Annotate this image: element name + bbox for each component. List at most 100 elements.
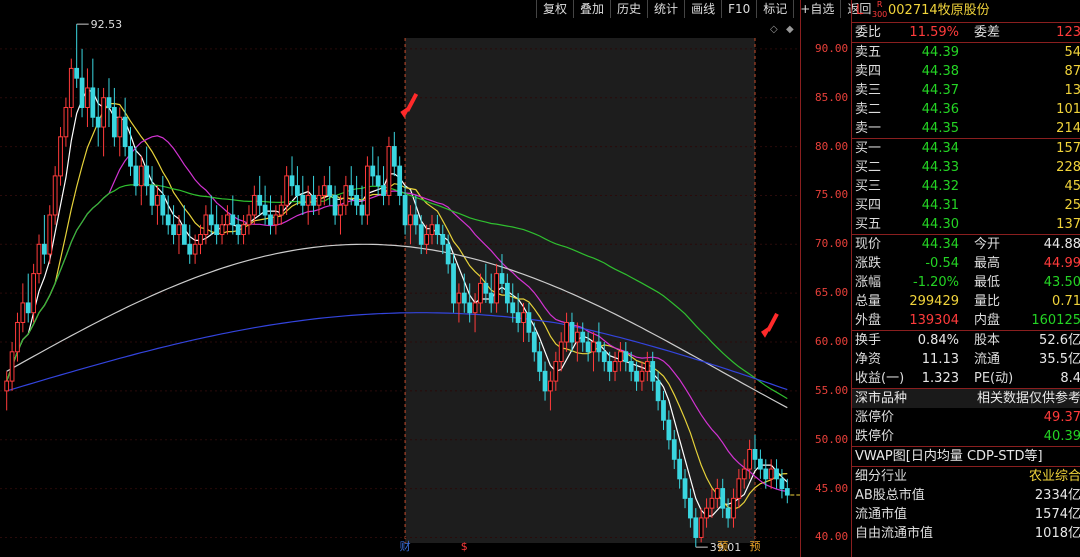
quote-block: 现价 44.34 今开 44.88 涨跌 -0.54 最高 44.99 涨幅 -1.20% 最低 43… [852, 234, 1080, 330]
candle-body [122, 116, 128, 148]
toolbar-button[interactable]: 复权 [536, 0, 573, 18]
candle-body [397, 165, 403, 196]
candle-body [241, 224, 246, 236]
candle-body [338, 204, 343, 216]
candle-body [655, 380, 661, 402]
event-marker[interactable]: $ [457, 540, 471, 554]
axis-tick: 80.00 [815, 139, 849, 153]
candle-body [316, 194, 322, 206]
candle-body [225, 214, 230, 226]
event-marker[interactable]: 预 [716, 540, 730, 554]
book-row: 买三 44.32 45 [855, 179, 1080, 194]
kline-svg[interactable]: 92.5339.01 [0, 0, 800, 557]
candle-body [138, 165, 144, 187]
diamond-icon[interactable]: ◇ [770, 24, 778, 35]
candle-body [36, 243, 42, 275]
candle-body [596, 341, 602, 353]
candle-body [763, 468, 769, 480]
diamond-icon[interactable]: ◆ [786, 24, 794, 35]
candle-body [52, 175, 58, 216]
candle-body [779, 478, 785, 490]
cap-block: AB股总市值 2334亿 流通市值 1574亿 自由流通市值 1018亿 [852, 486, 1080, 543]
candle-body [273, 214, 279, 226]
candle-body [408, 214, 413, 226]
candle-body [133, 165, 139, 187]
candle-body [9, 351, 15, 382]
candle-body [720, 488, 726, 509]
candle-body [25, 302, 31, 314]
candle-body [365, 165, 370, 216]
candle-body [628, 361, 634, 372]
toolbar-button[interactable]: 画线 [684, 0, 721, 18]
candle-body [618, 351, 623, 363]
candle-body [418, 224, 424, 245]
candle-body [208, 214, 214, 226]
toolbar-button[interactable]: 标记 [756, 0, 793, 18]
candle-body [467, 302, 473, 314]
candle-body [504, 282, 510, 304]
quote-row: 涨幅 -1.20% 最低 43.50 [855, 275, 1080, 290]
arrow-icon [766, 312, 779, 332]
limit-block: 涨停价 49.37 跌停价 40.39 [852, 408, 1080, 446]
quote-row: 总量 299429 量比 0.71 [855, 294, 1080, 309]
event-marker[interactable]: 财 [398, 540, 412, 554]
toolbar-button[interactable]: 历史 [610, 0, 647, 18]
candle-body [494, 273, 499, 304]
candle-body [688, 497, 693, 519]
toolbar-button[interactable]: F10 [721, 0, 756, 18]
candle-body [634, 370, 639, 382]
candle-body [612, 361, 618, 372]
candle-body [483, 282, 489, 294]
candle-body [456, 292, 462, 304]
kline-chart[interactable]: 92.53 39.01 ◇ ◆ 财 $ 预 预 [0, 0, 800, 557]
candle-body [531, 331, 537, 353]
candle-body [359, 204, 365, 216]
candle-body [402, 194, 408, 226]
candle-body [278, 204, 284, 216]
fund-row: 收益(一) 1.323 PE(动) 8.4 [855, 371, 1080, 386]
fundamental-block: 换手 0.84% 股本 52.6亿 净资 11.13 流通 35.5亿 收益(一) 1.323 PE… [852, 330, 1080, 388]
event-marker[interactable]: 预 [748, 540, 762, 554]
candle-body [526, 312, 532, 333]
candle-body [300, 194, 306, 206]
candle-body [4, 380, 10, 392]
vwap-row[interactable]: VWAP图[日内均量 CDP-STD等] [852, 446, 1080, 466]
limit-row: 涨停价 49.37 [855, 410, 1080, 425]
candle-body [165, 214, 171, 226]
cap-row: 流通市值 1574亿 [855, 507, 1080, 522]
candle-body [752, 449, 758, 460]
candle-body [68, 67, 74, 108]
candle-body [106, 97, 112, 108]
toolbar-button[interactable]: 叠加 [573, 0, 610, 18]
candle-body [144, 165, 150, 187]
candle-body [736, 478, 742, 499]
candle-body [332, 194, 338, 216]
candle-body [671, 439, 677, 460]
market-row: 深市品种 相关数据仅供参考 [852, 388, 1080, 408]
candle-body [569, 321, 575, 343]
candle-body [192, 243, 198, 255]
candle-body [644, 361, 650, 372]
bid-book: 买一 44.34 157 买二 44.33 228 买三 44.32 45 买四 44.31 25 买五… [852, 138, 1080, 234]
candle-body [650, 361, 656, 382]
candle-body [47, 214, 53, 255]
cap-row: AB股总市值 2334亿 [855, 488, 1080, 503]
candle-body [289, 175, 295, 187]
candle-body [714, 488, 720, 499]
candle-body [311, 194, 316, 206]
candle-body [15, 321, 20, 353]
candle-body [295, 185, 300, 196]
candle-body [284, 175, 290, 206]
candle-body [74, 67, 80, 79]
toolbar-button[interactable]: 统计 [647, 0, 684, 18]
quote-row: 现价 44.34 今开 44.88 [855, 237, 1080, 252]
candle-body [268, 214, 273, 226]
axis-tick: 50.00 [815, 432, 849, 446]
candle-body [564, 321, 569, 343]
price-axis: 90.00 85.00 80.00 75.00 70.00 65.00 60.00 55.00… [800, 0, 852, 557]
candle-body [327, 185, 333, 196]
candle-body [553, 361, 559, 382]
axis-tick: 85.00 [815, 90, 849, 104]
candle-body [768, 468, 774, 480]
candle-body [445, 243, 451, 265]
